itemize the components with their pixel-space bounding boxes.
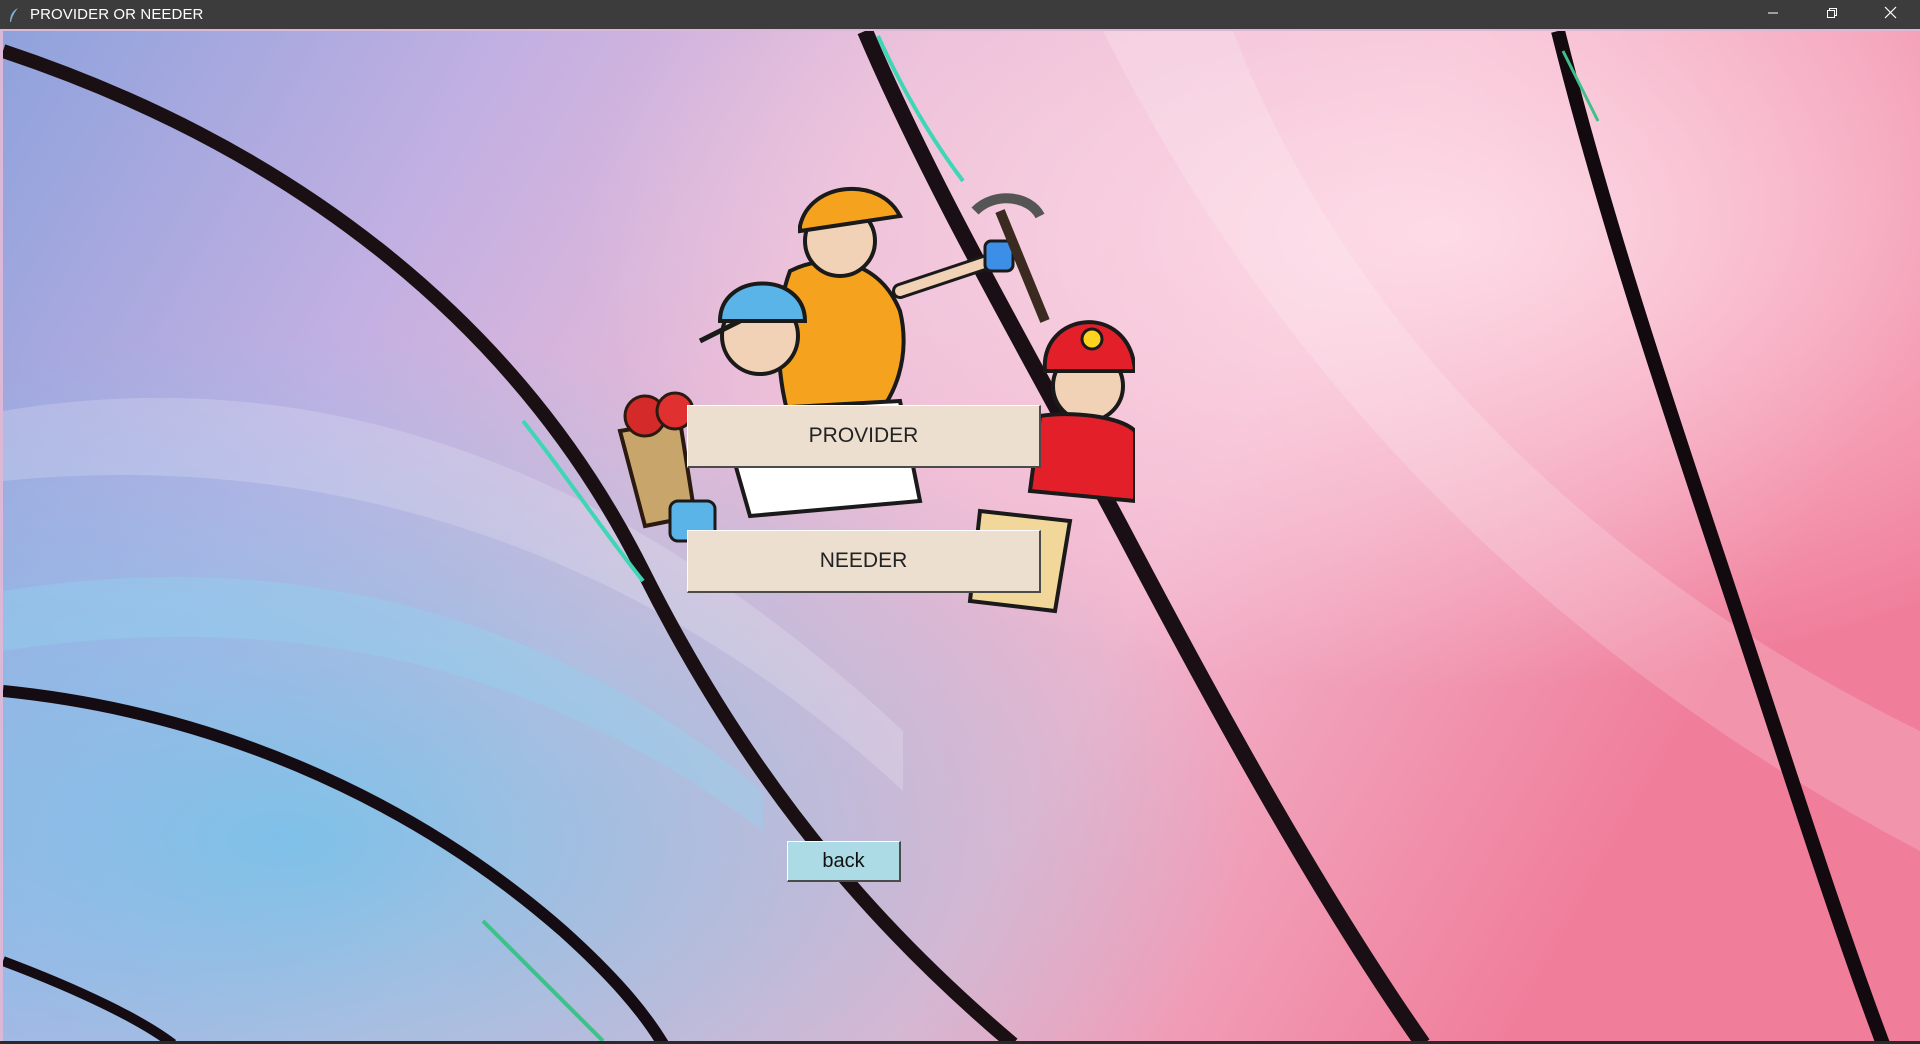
minimize-button[interactable] [1743, 0, 1802, 29]
provider-button-label: PROVIDER [808, 424, 919, 447]
feather-icon [6, 7, 22, 23]
close-icon [1884, 6, 1897, 23]
needer-button[interactable]: NEEDER [687, 530, 1041, 593]
maximize-button[interactable] [1802, 0, 1861, 29]
provider-button[interactable]: PROVIDER [687, 405, 1041, 468]
restore-icon [1826, 6, 1838, 23]
back-button-label: back [822, 849, 865, 872]
back-button[interactable]: back [787, 841, 901, 882]
main-area: PROVIDER NEEDER back [3, 31, 1920, 1044]
close-button[interactable] [1861, 0, 1920, 29]
window-title: PROVIDER OR NEEDER [30, 6, 204, 23]
minimize-icon [1767, 6, 1779, 23]
app-window: PROVIDER OR NEEDER PROVIDER NEEDER back [0, 0, 1920, 1044]
title-bar[interactable]: PROVIDER OR NEEDER [0, 0, 1920, 29]
window-controls [1743, 0, 1920, 29]
needer-button-label: NEEDER [819, 549, 908, 572]
